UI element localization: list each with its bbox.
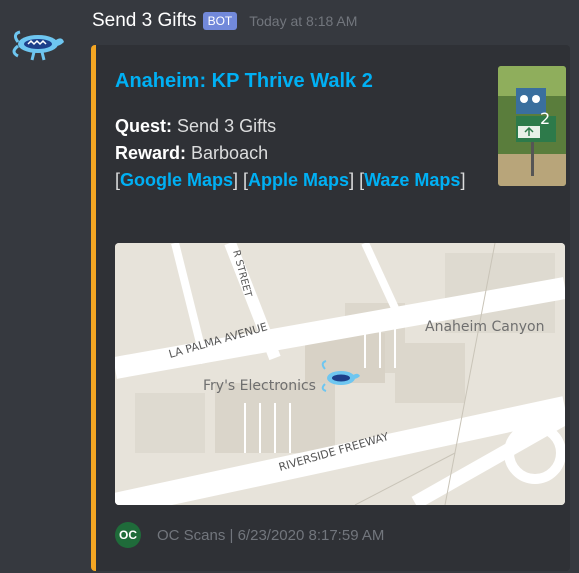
- embed-description: Quest: Send 3 Gifts Reward: Barboach [Go…: [115, 116, 466, 190]
- thumbnail-image[interactable]: 2: [498, 66, 566, 186]
- map-label-canyon: Anaheim Canyon: [425, 319, 544, 335]
- map-label-frys: Fry's Electronics: [203, 378, 316, 394]
- embed: Anaheim: KP Thrive Walk 2 2 Quest: Send …: [91, 45, 570, 571]
- apple-maps-link[interactable]: Apple Maps: [248, 170, 349, 190]
- footer-icon: OC: [115, 522, 141, 548]
- svg-text:2: 2: [540, 109, 550, 128]
- reward-label: Reward:: [115, 143, 187, 163]
- embed-footer: OC OC Scans | 6/23/2020 8:17:59 AM: [115, 522, 384, 548]
- timestamp[interactable]: Today at 8:18 AM: [249, 13, 357, 29]
- bot-tag: BOT: [202, 12, 238, 30]
- quest-value: Send 3 Gifts: [177, 116, 277, 136]
- map-image[interactable]: R STREET LA PALMA AVENUE Anaheim Canyon …: [115, 243, 565, 505]
- message-header: Send 3 Gifts BOT Today at 8:18 AM: [92, 10, 357, 32]
- google-maps-link[interactable]: Google Maps: [120, 170, 233, 190]
- reward-value: Barboach: [191, 143, 269, 163]
- footer-text: OC Scans | 6/23/2020 8:17:59 AM: [157, 526, 385, 544]
- avatar[interactable]: [8, 22, 64, 64]
- embed-title[interactable]: Anaheim: KP Thrive Walk 2: [115, 70, 373, 93]
- waze-maps-link[interactable]: Waze Maps: [364, 170, 460, 190]
- username[interactable]: Send 3 Gifts: [92, 10, 197, 32]
- quest-label: Quest:: [115, 116, 173, 136]
